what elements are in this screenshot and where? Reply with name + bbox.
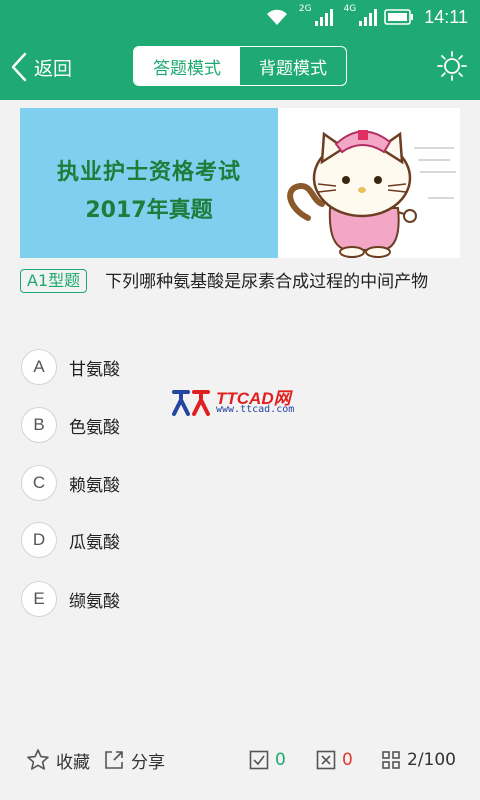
- nav-bar: 返回 答题模式 背题模式: [0, 34, 480, 100]
- back-label: 返回: [34, 57, 73, 80]
- star-icon: [27, 749, 49, 770]
- wifi-icon: [266, 9, 287, 25]
- option-text: 赖氨酸: [69, 475, 120, 496]
- option-letter: B: [21, 407, 57, 443]
- share-label: 分享: [131, 752, 165, 773]
- banner-mascot-panel: [278, 108, 460, 258]
- question-text: 下列哪种氨基酸是尿素合成过程的中间产物: [105, 272, 429, 292]
- option-text: 缬氨酸: [69, 591, 120, 612]
- back-button[interactable]: 返回: [10, 48, 72, 86]
- option-d[interactable]: D 瓜氨酸: [21, 521, 120, 559]
- wrong-count: 0: [342, 750, 353, 770]
- grid-icon: [382, 751, 400, 769]
- tab-answer-mode[interactable]: 答题模式: [134, 47, 240, 85]
- option-e[interactable]: E 缬氨酸: [21, 580, 120, 618]
- watermark-url: www.ttcad.com: [216, 404, 295, 415]
- battery-icon: [384, 9, 414, 25]
- option-b[interactable]: B 色氨酸: [21, 406, 120, 444]
- watermark-logo-icon: [172, 390, 210, 416]
- banner-text-panel: 执业护士资格考试 2017年真题: [20, 108, 278, 258]
- checkbox-cross-icon: [316, 750, 336, 770]
- network-label-2: 4G: [343, 4, 357, 14]
- question-type-badge: A1型题: [20, 269, 88, 293]
- option-letter: D: [21, 522, 57, 558]
- checkbox-checked-icon: [249, 750, 269, 770]
- share-icon: [105, 751, 123, 769]
- correct-counter[interactable]: 0: [249, 740, 286, 780]
- status-bar: 2G 4G 14:11: [0, 0, 480, 34]
- option-text: 甘氨酸: [69, 359, 120, 380]
- option-a[interactable]: A 甘氨酸: [21, 348, 120, 386]
- option-text: 色氨酸: [69, 417, 120, 438]
- ttcad-watermark: TTCAD网 www.ttcad.com: [170, 384, 310, 420]
- nurse-cat-mascot-icon: [287, 130, 456, 258]
- option-c[interactable]: C 赖氨酸: [21, 464, 120, 502]
- banner-title: 执业护士资格考试: [56, 160, 241, 185]
- wrong-counter[interactable]: 0: [316, 740, 353, 780]
- option-letter: A: [21, 349, 57, 385]
- option-letter: C: [21, 465, 57, 501]
- option-text: 瓜氨酸: [69, 532, 120, 553]
- progress-label: 2/100: [407, 750, 456, 770]
- option-letter: E: [21, 581, 57, 617]
- brightness-icon[interactable]: [436, 50, 468, 82]
- bottom-toolbar: 收藏 分享 0 0 2/100: [0, 740, 480, 780]
- tab-review-mode[interactable]: 背题模式: [240, 47, 346, 85]
- question-grid-button[interactable]: 2/100: [381, 740, 456, 780]
- mode-switch: 答题模式 背题模式: [133, 46, 347, 86]
- favorite-label: 收藏: [56, 752, 90, 773]
- favorite-button[interactable]: 收藏: [26, 740, 90, 780]
- network-label-1: 2G: [298, 4, 312, 14]
- exam-banner: 执业护士资格考试 2017年真题: [20, 108, 460, 258]
- status-icons: 2G 4G 14:11: [265, 0, 468, 34]
- correct-count: 0: [275, 750, 286, 770]
- signal-icon: [314, 9, 333, 26]
- share-button[interactable]: 分享: [103, 740, 165, 780]
- chevron-left-icon: [11, 52, 27, 82]
- question-text-block: A1型题 下列哪种氨基酸是尿素合成过程的中间产物: [20, 268, 460, 296]
- signal-icon-2: [359, 9, 378, 26]
- clock: 14:11: [424, 6, 468, 27]
- banner-subtitle: 2017年真题: [85, 198, 213, 223]
